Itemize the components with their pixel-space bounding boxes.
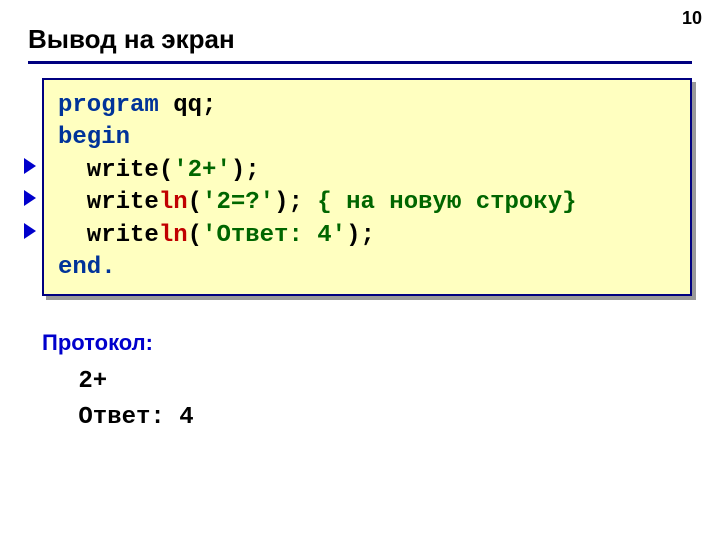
code-line: program qq;	[58, 90, 676, 122]
code-func: write	[58, 189, 159, 216]
slide-title: Вывод на экран	[28, 24, 692, 64]
code-punct: (	[188, 189, 202, 216]
code-string: 'Ответ: 4'	[202, 222, 346, 249]
code-func: write	[58, 222, 159, 249]
protocol-label: Протокол:	[42, 330, 692, 356]
code-punct: (	[159, 157, 173, 184]
code-punct: );	[346, 222, 375, 249]
bullet-icon	[24, 223, 36, 239]
page-number: 10	[682, 8, 702, 29]
bullet-icon	[24, 158, 36, 174]
code-line: write('2+');	[58, 155, 676, 187]
code-punct: (	[188, 222, 202, 249]
bullet-icon	[24, 190, 36, 206]
slide: 10 Вывод на экран program qq; begin writ…	[0, 0, 720, 540]
output-block: 2+ Ответ: 4	[64, 364, 692, 436]
code-line: end.	[58, 252, 676, 284]
code-text: qq;	[159, 92, 217, 119]
code-punct: );	[274, 189, 317, 216]
output-line: Ответ: 4	[64, 400, 692, 436]
code-ln: ln	[159, 222, 188, 249]
code-ln: ln	[159, 189, 188, 216]
code-line: writeln('Ответ: 4');	[58, 220, 676, 252]
code-line: begin	[58, 122, 676, 154]
output-line: 2+	[64, 364, 692, 400]
code-keyword: begin	[58, 124, 130, 151]
code-box: program qq; begin write('2+'); writeln('…	[42, 78, 692, 296]
code-line: writeln('2=?'); { на новую строку}	[58, 187, 676, 219]
code-func: write	[58, 157, 159, 184]
code-area: program qq; begin write('2+'); writeln('…	[28, 78, 692, 296]
code-string: '2+'	[173, 157, 231, 184]
code-punct: );	[231, 157, 260, 184]
code-keyword: end.	[58, 254, 116, 281]
code-string: '2=?'	[202, 189, 274, 216]
code-keyword: program	[58, 92, 159, 119]
code-comment: { на новую строку}	[317, 189, 576, 216]
